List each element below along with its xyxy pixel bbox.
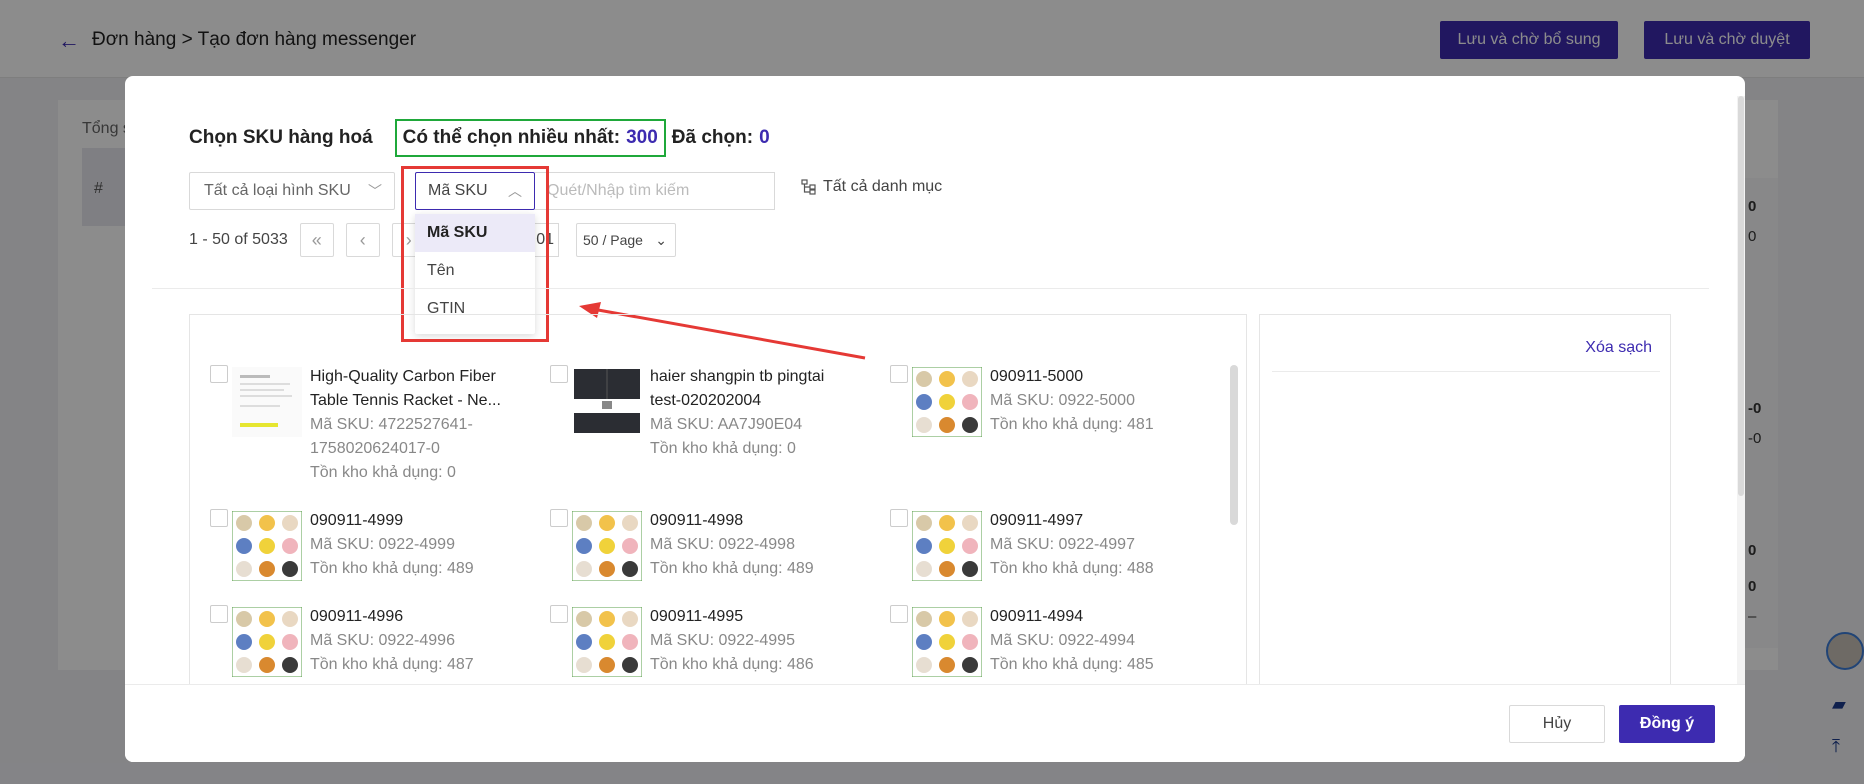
pagination-range: 1 - 50 of 5033 bbox=[189, 231, 288, 248]
first-page-icon[interactable]: « bbox=[299, 223, 334, 257]
product-name: 090911-4996 bbox=[310, 608, 404, 625]
page-size-value: 50 / Page bbox=[583, 232, 643, 248]
modal-title-row: Chọn SKU hàng hoá Có thể chọn nhiều nhất… bbox=[189, 119, 770, 157]
selected-panel-divider bbox=[1272, 371, 1660, 372]
page-size-select[interactable]: 50 / Page ⌄ bbox=[576, 223, 676, 257]
product-checkbox[interactable] bbox=[890, 509, 908, 527]
product-checkbox[interactable] bbox=[210, 365, 228, 383]
product-name: 090911-4995 bbox=[650, 608, 744, 625]
confirm-button[interactable]: Đồng ý bbox=[1619, 705, 1715, 743]
product-stock: Tồn kho khả dụng: 489 bbox=[650, 560, 814, 577]
product-stock: Tồn kho khả dụng: 487 bbox=[310, 656, 474, 673]
chevron-down-icon: ﹀ bbox=[368, 183, 382, 199]
sku-type-select-value: Tất cả loại hình SKU bbox=[204, 182, 351, 199]
product-thumbnail bbox=[912, 607, 982, 677]
product-name: 090911-5000 bbox=[990, 368, 1084, 385]
prev-page-icon[interactable]: ‹ bbox=[345, 223, 380, 257]
product-sku: Mã SKU: 0922-4996 bbox=[310, 632, 455, 649]
product-sku: Mã SKU: 0922-4997 bbox=[990, 536, 1135, 553]
product-stock: Tồn kho khả dụng: 485 bbox=[990, 656, 1154, 673]
cancel-button[interactable]: Hủy bbox=[1509, 705, 1605, 743]
product-stock: Tồn kho khả dụng: 0 bbox=[310, 464, 456, 481]
search-field-select[interactable]: Mã SKU ︿ bbox=[415, 172, 535, 210]
product-stock: Tồn kho khả dụng: 0 bbox=[650, 440, 796, 457]
modal-footer: Hủy Đồng ý bbox=[125, 684, 1745, 762]
product-thumbnail bbox=[572, 607, 642, 677]
category-label: Tất cả danh mục bbox=[823, 178, 943, 195]
product-sku: Mã SKU: 0922-4998 bbox=[650, 536, 795, 553]
product-thumbnail bbox=[912, 367, 982, 437]
product-name: High-Quality Carbon Fiber Table Tennis R… bbox=[310, 368, 501, 409]
product-thumbnail bbox=[232, 511, 302, 581]
product-stock: Tồn kho khả dụng: 486 bbox=[650, 656, 814, 673]
product-checkbox[interactable] bbox=[890, 365, 908, 383]
product-sku: Mã SKU: 0922-4995 bbox=[650, 632, 795, 649]
product-sku: Mã SKU: 0922-5000 bbox=[990, 392, 1135, 409]
product-sku: Mã SKU: 4722527641-1758020624017-0 bbox=[310, 416, 473, 457]
product-thumbnail bbox=[232, 367, 302, 437]
product-sku: Mã SKU: 0922-4999 bbox=[310, 536, 455, 553]
product-stock: Tồn kho khả dụng: 481 bbox=[990, 416, 1154, 433]
sku-picker-modal: Chọn SKU hàng hoá Có thể chọn nhiều nhất… bbox=[125, 76, 1745, 762]
product-checkbox[interactable] bbox=[550, 509, 568, 527]
chevron-down-icon: ⌄ bbox=[655, 232, 667, 248]
product-name: 090911-4999 bbox=[310, 512, 404, 529]
max-select-highlight: Có thể chọn nhiều nhất: 300 bbox=[394, 119, 666, 157]
dropdown-option-sku[interactable]: Mã SKU bbox=[415, 214, 535, 252]
product-name: haier shangpin tb pingtai test-020202004 bbox=[650, 368, 825, 409]
header-divider bbox=[152, 288, 1709, 289]
product-checkbox[interactable] bbox=[210, 509, 228, 527]
sku-type-select[interactable]: Tất cả loại hình SKU ﹀ bbox=[189, 172, 395, 210]
product-name: 090911-4998 bbox=[650, 512, 744, 529]
product-thumbnail bbox=[232, 607, 302, 677]
category-tree-icon bbox=[801, 179, 816, 195]
clear-all-link[interactable]: Xóa sạch bbox=[1585, 339, 1652, 357]
chosen-label: Đã chọn: bbox=[671, 127, 754, 148]
chosen-value: 0 bbox=[759, 127, 770, 148]
search-field-select-value: Mã SKU bbox=[428, 182, 488, 199]
product-checkbox[interactable] bbox=[550, 365, 568, 383]
product-thumbnail bbox=[572, 367, 642, 437]
product-name: 090911-4997 bbox=[990, 512, 1084, 529]
product-sku: Mã SKU: AA7J90E04 bbox=[650, 416, 803, 433]
chevron-up-icon: ︿ bbox=[508, 183, 522, 199]
product-checkbox[interactable] bbox=[890, 605, 908, 623]
modal-scrollbar-thumb[interactable] bbox=[1738, 96, 1744, 496]
max-select-value: 300 bbox=[626, 127, 658, 148]
modal-title: Chọn SKU hàng hoá bbox=[189, 127, 373, 148]
category-filter[interactable]: Tất cả danh mục bbox=[801, 178, 942, 196]
product-stock: Tồn kho khả dụng: 489 bbox=[310, 560, 474, 577]
max-select-label: Có thể chọn nhiều nhất: bbox=[402, 127, 621, 148]
product-sku: Mã SKU: 0922-4994 bbox=[990, 632, 1135, 649]
product-checkbox[interactable] bbox=[210, 605, 228, 623]
dropdown-option-name[interactable]: Tên bbox=[415, 252, 535, 290]
product-stock: Tồn kho khả dụng: 488 bbox=[990, 560, 1154, 577]
product-thumbnail bbox=[572, 511, 642, 581]
pagination: 1 - 50 of 5033 « ‹ › bbox=[189, 223, 426, 257]
product-checkbox[interactable] bbox=[550, 605, 568, 623]
product-name: 090911-4994 bbox=[990, 608, 1084, 625]
product-thumbnail bbox=[912, 511, 982, 581]
search-input[interactable]: Quét/Nhập tìm kiếm bbox=[535, 172, 775, 210]
product-list-scrollbar[interactable] bbox=[1230, 365, 1238, 525]
modal-scrollbar[interactable] bbox=[1737, 96, 1745, 760]
